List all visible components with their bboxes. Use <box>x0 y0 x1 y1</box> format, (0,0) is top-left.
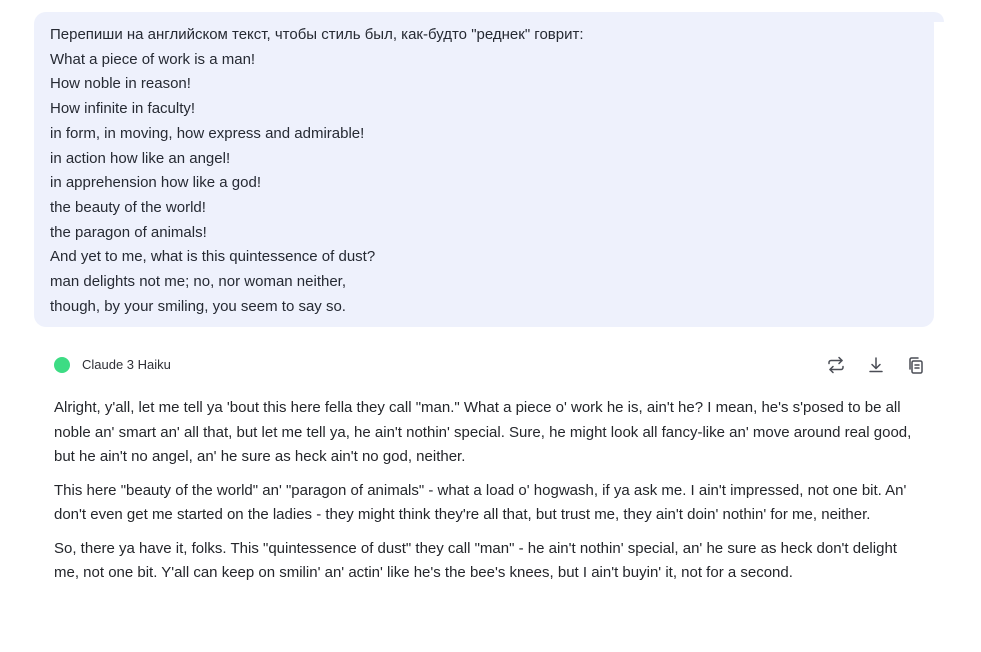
user-message-line: And yet to me, what is this quintessence… <box>50 248 376 266</box>
copy-icon <box>909 357 923 374</box>
user-message-line: in form, in moving, how express and admi… <box>50 124 365 142</box>
download-button[interactable] <box>866 355 886 375</box>
response-paragraph: Alright, y'all, let me tell ya 'bout thi… <box>54 399 912 465</box>
user-message-line: in apprehension how like a god! <box>50 174 261 192</box>
bot-message-header: Claude 3 Haiku <box>54 355 926 375</box>
user-message-line: the paragon of animals! <box>50 223 207 241</box>
response-paragraph: So, there ya have it, folks. This "quint… <box>54 539 897 582</box>
copy-button[interactable] <box>906 355 926 375</box>
user-message-line: man delights not me; no, nor woman neith… <box>50 273 347 291</box>
regenerate-button[interactable] <box>826 355 846 375</box>
bot-response: Alright, y'all, let me tell ya 'bout thi… <box>54 396 924 595</box>
user-message-line: How noble in reason! <box>50 75 191 93</box>
user-message-line: though, by your smiling, you seem to say… <box>50 297 346 315</box>
response-paragraph: This here "beauty of the world" an' "par… <box>54 481 907 524</box>
user-message-line: in action how like an angel! <box>50 149 231 167</box>
user-message-line: Перепиши на английском текст, чтобы стил… <box>50 26 584 43</box>
user-message-line: What a piece of work is a man! <box>50 50 256 68</box>
model-status-dot <box>54 357 70 373</box>
model-name[interactable]: Claude 3 Haiku <box>82 357 171 373</box>
bubble-tail <box>924 12 944 22</box>
user-message-line: the beauty of the world! <box>50 198 206 216</box>
user-message-bubble: Перепиши на английском текст, чтобы стил… <box>34 12 944 327</box>
user-message-line: How infinite in faculty! <box>50 100 196 118</box>
download-icon <box>869 357 883 373</box>
regenerate-icon <box>828 356 844 374</box>
